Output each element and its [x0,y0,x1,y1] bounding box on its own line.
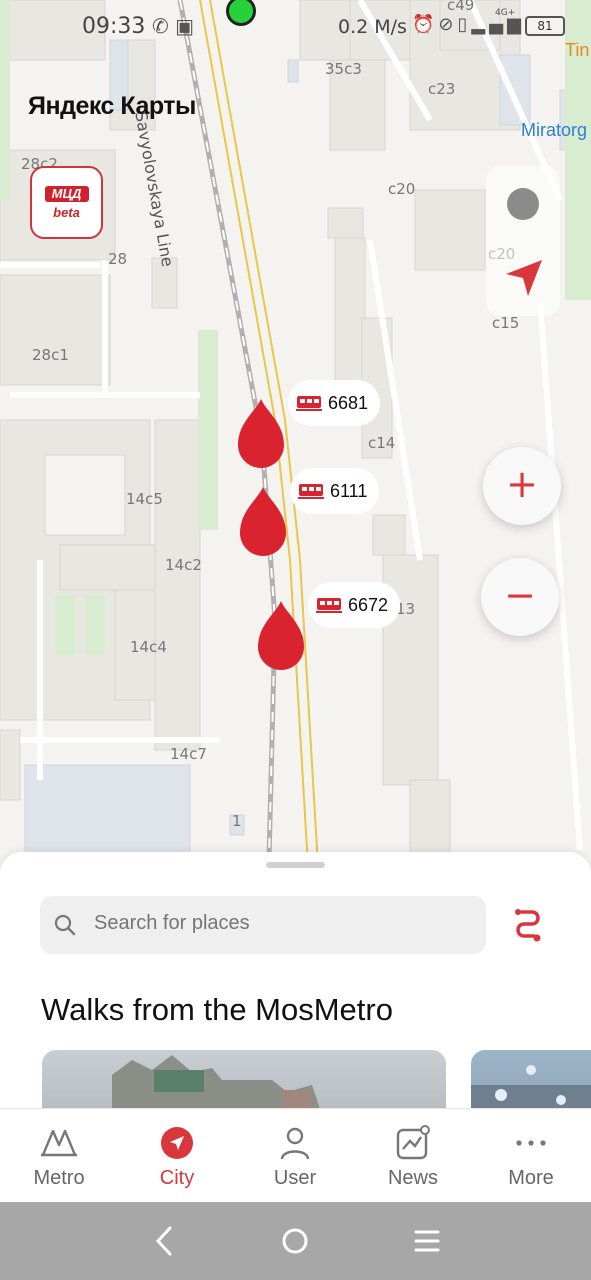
status-time: 09:33 [82,14,146,39]
notification-icons: ✆ ▣ [152,14,194,38]
tab-user[interactable]: User [236,1109,354,1203]
walks-section-title: Walks from the MosMetro [41,992,393,1027]
train-location-pin-icon [238,399,284,468]
map-label: 28 [108,250,128,268]
route-icon[interactable] [510,908,546,946]
vibrate-icon: ▯ [457,14,472,35]
plus-icon: + [506,462,538,506]
map-label: c23 [428,80,456,98]
train-location-pin-icon [240,487,286,556]
tab-news[interactable]: News [354,1109,472,1203]
search-icon [54,914,76,936]
tab-more[interactable]: More [472,1109,590,1203]
search-bar[interactable] [40,896,486,954]
tab-label: User [273,1167,317,1189]
map-label: 35c3 [325,60,362,78]
train-icon [298,484,324,499]
map-label: 14c7 [170,745,207,763]
user-icon [280,1127,310,1160]
mcd-beta-button[interactable]: МЦД beta [30,166,103,239]
map-label: c20 [388,180,416,198]
back-icon[interactable] [150,1224,180,1258]
compass-button[interactable] [507,188,539,220]
tab-label: More [508,1167,554,1189]
battery-level: 81 [537,19,553,33]
poi-label: Miratorg [521,120,588,140]
walk-card[interactable] [471,1050,591,1110]
mcd-logo: МЦД [44,186,89,202]
train-icon [296,396,322,411]
mcd-beta-label: beta [53,205,80,220]
train-icon [316,598,342,613]
train-number: 6672 [348,594,389,615]
system-navigation-bar [0,1202,591,1280]
map-label: 14c2 [165,556,202,574]
walk-card-image [112,1055,321,1110]
more-dots-icon [516,1140,546,1146]
map-controls-panel [486,166,560,316]
map-label: 14c5 [126,490,163,508]
battery-icon: 81 [525,16,565,36]
home-icon[interactable] [280,1224,310,1258]
tab-city[interactable]: City [118,1109,236,1203]
minus-icon: − [504,573,536,617]
recording-indicator [226,0,256,26]
search-input[interactable] [94,912,474,935]
my-location-arrow-icon[interactable] [504,258,544,298]
alarm-icon: ⏰ [412,14,439,35]
news-chart-icon [396,1125,430,1160]
status-bar: 09:33 ✆ ▣ 0.2 M/s ⏰⊘▯▂▄▆ 4G+ 81 [0,0,591,56]
network-speed: 0.2 M/s [338,16,407,38]
signal-type: 4G+ [495,8,516,18]
walk-card[interactable] [42,1050,446,1110]
navigation-arrow-icon [161,1127,193,1159]
bottom-tab-bar: Metro City User News More [0,1108,591,1202]
tab-metro[interactable]: Metro [0,1109,118,1203]
menu-icon[interactable] [412,1224,442,1258]
train-number: 6681 [328,392,369,413]
train-label: 6672 [308,582,401,628]
map-background [0,0,591,900]
map-view[interactable]: 35c3 c23 c49 28c2 28 28c1 c20 c20 c15 c1… [0,0,591,900]
train-label: 6111 [290,468,380,514]
camera-icon: ▣ [175,14,195,38]
train-label: 6681 [288,380,381,426]
dnd-icon: ⊘ [438,14,458,35]
whatsapp-icon: ✆ [152,14,169,38]
bottom-sheet[interactable]: Walks from the MosMetro [0,852,591,1110]
tab-label: News [387,1167,438,1189]
zoom-in-button[interactable]: + [483,447,561,525]
tab-label: City [159,1167,195,1189]
map-label: c15 [492,314,520,332]
walk-card-image [471,1065,591,1110]
train-number: 6111 [330,480,368,501]
yandex-maps-logo: Яндекс Карты [28,92,196,120]
tab-label: Metro [33,1167,85,1189]
zoom-out-button[interactable]: − [481,558,559,636]
train-location-pin-icon [258,601,304,670]
map-label: 14c4 [130,638,167,656]
map-label: c14 [368,434,396,452]
map-label: 28c1 [32,346,69,364]
poi-miratorg[interactable]: Miratorg [521,120,587,141]
sheet-handle[interactable] [266,862,325,868]
metro-icon [41,1129,77,1157]
map-label: 1 [232,812,242,830]
